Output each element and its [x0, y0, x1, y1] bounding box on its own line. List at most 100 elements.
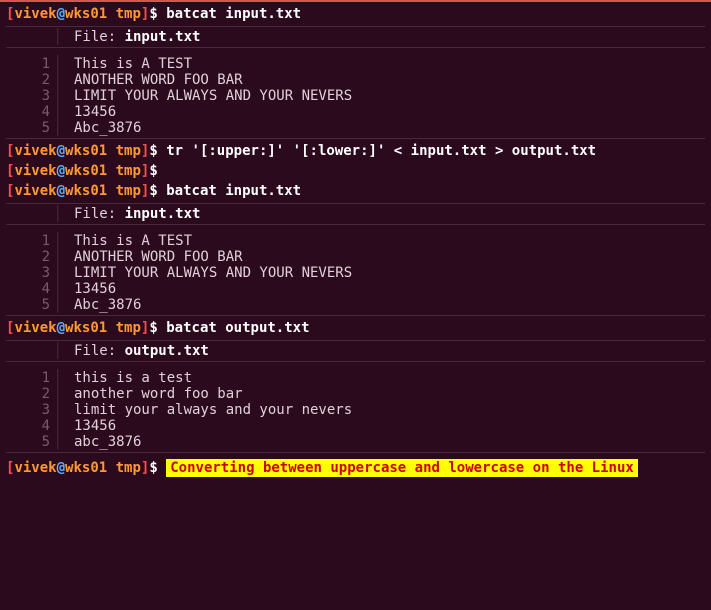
file-line: this is a test: [60, 370, 192, 386]
file-line: 13456: [60, 418, 116, 434]
line-number: 3: [6, 88, 60, 104]
line-number: 5: [6, 434, 60, 450]
bat-row: 413456: [6, 104, 705, 120]
bat-row: 3limit your always and your nevers: [6, 402, 705, 418]
file-line: another word foo bar: [60, 386, 243, 402]
file-line: ANOTHER WORD FOO BAR: [60, 72, 243, 88]
file-line: This is A TEST: [60, 56, 192, 72]
command-text: batcat input.txt: [166, 6, 301, 22]
file-line: Abc_3876: [60, 120, 141, 136]
line-number: 5: [6, 297, 60, 313]
bat-row: 5Abc_3876: [6, 120, 705, 136]
prompt-line[interactable]: [vivek@wks01 tmp]$ batcat output.txt: [6, 318, 705, 338]
highlight-caption: Converting between uppercase and lowerca…: [166, 459, 638, 477]
file-line: LIMIT YOUR ALWAYS AND YOUR NEVERS: [60, 265, 352, 281]
file-line: 13456: [60, 104, 116, 120]
bat-header: File: output.txt: [6, 343, 705, 359]
bat-row: 1this is a test: [6, 370, 705, 386]
bat-rule: [6, 315, 705, 316]
bat-rule: [6, 138, 705, 139]
prompt-user: vivek: [14, 183, 56, 199]
bat-row: 2ANOTHER WORD FOO BAR: [6, 72, 705, 88]
bat-row: 3LIMIT YOUR ALWAYS AND YOUR NEVERS: [6, 265, 705, 281]
prompt-user: vivek: [14, 6, 56, 22]
file-line: ANOTHER WORD FOO BAR: [60, 249, 243, 265]
prompt-symbol: $: [149, 163, 157, 179]
file-label: File:: [74, 29, 125, 45]
file-line: limit your always and your nevers: [60, 402, 352, 418]
prompt-line[interactable]: [vivek@wks01 tmp]$: [6, 161, 705, 181]
line-number: 1: [6, 370, 60, 386]
prompt-host: wks01: [65, 320, 107, 336]
prompt-at: @: [57, 163, 65, 179]
prompt-symbol: $: [149, 143, 157, 159]
prompt-host: wks01: [65, 6, 107, 22]
bat-row: 413456: [6, 281, 705, 297]
prompt-cwd: tmp: [116, 163, 141, 179]
prompt-cwd: tmp: [116, 460, 141, 476]
prompt-user: vivek: [14, 163, 56, 179]
file-name: input.txt: [125, 206, 201, 222]
bat-rule: [6, 361, 705, 362]
line-number: 4: [6, 104, 60, 120]
prompt-at: @: [57, 320, 65, 336]
file-name: input.txt: [125, 29, 201, 45]
bat-row: 1This is A TEST: [6, 233, 705, 249]
command-text: tr '[:upper:]' '[:lower:]' < input.txt >…: [166, 143, 596, 159]
file-name: output.txt: [125, 343, 209, 359]
prompt-at: @: [57, 143, 65, 159]
file-label: File:: [74, 343, 125, 359]
bat-rule: [6, 203, 705, 204]
prompt-host: wks01: [65, 183, 107, 199]
bat-header: File: input.txt: [6, 29, 705, 45]
prompt-at: @: [57, 183, 65, 199]
prompt-at: @: [57, 6, 65, 22]
line-number: 2: [6, 249, 60, 265]
bat-row: 3LIMIT YOUR ALWAYS AND YOUR NEVERS: [6, 88, 705, 104]
bat-row: 2another word foo bar: [6, 386, 705, 402]
bat-rule: [6, 26, 705, 27]
prompt-cwd: tmp: [116, 183, 141, 199]
prompt-line[interactable]: [vivek@wks01 tmp]$ batcat input.txt: [6, 4, 705, 24]
line-number: 3: [6, 402, 60, 418]
file-line: LIMIT YOUR ALWAYS AND YOUR NEVERS: [60, 88, 352, 104]
command-text: batcat output.txt: [166, 320, 309, 336]
file-line: 13456: [60, 281, 116, 297]
prompt-line[interactable]: [vivek@wks01 tmp]$ batcat input.txt: [6, 181, 705, 201]
prompt-symbol: $: [149, 320, 157, 336]
prompt-symbol: $: [149, 6, 157, 22]
prompt-line[interactable]: [vivek@wks01 tmp]$ Converting between up…: [6, 458, 705, 478]
bat-row: 5Abc_3876: [6, 297, 705, 313]
file-line: Abc_3876: [60, 297, 141, 313]
line-number: 1: [6, 56, 60, 72]
file-label: File:: [74, 206, 125, 222]
bat-header: File: input.txt: [6, 206, 705, 222]
line-number: 4: [6, 281, 60, 297]
prompt-line[interactable]: [vivek@wks01 tmp]$ tr '[:upper:]' '[:low…: [6, 141, 705, 161]
prompt-host: wks01: [65, 143, 107, 159]
line-number: 3: [6, 265, 60, 281]
prompt-user: vivek: [14, 320, 56, 336]
line-number: 4: [6, 418, 60, 434]
bat-rule: [6, 452, 705, 453]
prompt-cwd: tmp: [116, 6, 141, 22]
bat-rule: [6, 47, 705, 48]
line-number: 5: [6, 120, 60, 136]
prompt-host: wks01: [65, 163, 107, 179]
prompt-host: wks01: [65, 460, 107, 476]
bat-row: 413456: [6, 418, 705, 434]
bat-rule: [6, 224, 705, 225]
prompt-symbol: $: [149, 460, 157, 476]
prompt-at: @: [57, 460, 65, 476]
line-number: 1: [6, 233, 60, 249]
line-number: 2: [6, 386, 60, 402]
line-number: 2: [6, 72, 60, 88]
file-line: This is A TEST: [60, 233, 192, 249]
prompt-cwd: tmp: [116, 320, 141, 336]
bat-rule: [6, 340, 705, 341]
bat-row: 2ANOTHER WORD FOO BAR: [6, 249, 705, 265]
bat-row: 5abc_3876: [6, 434, 705, 450]
command-text: batcat input.txt: [166, 183, 301, 199]
file-line: abc_3876: [60, 434, 141, 450]
prompt-user: vivek: [14, 143, 56, 159]
